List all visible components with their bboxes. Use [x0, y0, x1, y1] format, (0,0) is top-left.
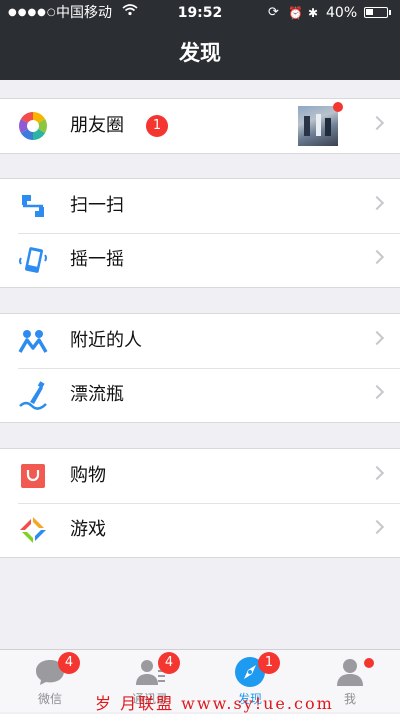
- tab-label: 微信: [37, 692, 62, 706]
- tab-chats[interactable]: 4 微信: [0, 650, 100, 712]
- moments-thumbnail: [298, 106, 338, 146]
- contacts-badge: 4: [158, 652, 180, 674]
- discover-badge: 1: [258, 652, 280, 674]
- battery-tip: [389, 10, 391, 15]
- chats-badge: 4: [58, 652, 80, 674]
- scan-icon: [18, 191, 48, 221]
- list-item-shake[interactable]: 摇一摇: [0, 233, 400, 287]
- moments-new-dot: [333, 102, 343, 112]
- moments-icon: [18, 111, 48, 141]
- battery-icon: [364, 7, 388, 18]
- list-item-drift-bottle[interactable]: 漂流瓶: [0, 368, 400, 422]
- drift-bottle-label: 漂流瓶: [70, 384, 124, 405]
- status-bar: ●●●●○ 中国移动 19:52 ⟳ ⏰ ✱ 40%: [0, 0, 400, 26]
- chevron-right-icon: [369, 195, 385, 211]
- me-new-dot: [364, 658, 374, 668]
- me-icon: [334, 656, 366, 688]
- list-item-shopping[interactable]: 购物: [0, 449, 400, 503]
- people-nearby-label: 附近的人: [70, 330, 142, 351]
- chevron-right-icon: [369, 384, 385, 400]
- games-icon: [18, 515, 48, 545]
- people-nearby-icon: [18, 326, 48, 356]
- group-nearby-bottle: 附近的人 漂流瓶: [0, 313, 400, 423]
- group-scan-shake: 扫一扫 摇一摇: [0, 178, 400, 288]
- thumbnail-figure: [304, 116, 310, 136]
- chevron-right-icon: [369, 249, 385, 265]
- list-item-people-nearby[interactable]: 附近的人: [0, 314, 400, 368]
- shake-icon: [18, 245, 48, 275]
- moments-badge: 1: [146, 115, 168, 137]
- drift-bottle-icon: [18, 380, 48, 410]
- chevron-right-icon: [369, 519, 385, 535]
- list-item-games[interactable]: 游戏: [0, 503, 400, 557]
- list-item-scan[interactable]: 扫一扫: [0, 179, 400, 233]
- group-shopping-games: 购物 游戏: [0, 448, 400, 558]
- bluetooth-icon: ✱: [308, 6, 319, 20]
- top-bar: ●●●●○ 中国移动 19:52 ⟳ ⏰ ✱ 40% 发现: [0, 0, 400, 80]
- page-title: 发现: [179, 41, 221, 65]
- chevron-right-icon: [369, 115, 385, 131]
- shake-label: 摇一摇: [70, 249, 124, 270]
- watermark-text: 岁 月联盟 www.sy!ue.com: [95, 694, 334, 713]
- chevron-right-icon: [369, 465, 385, 481]
- scan-label: 扫一扫: [70, 195, 124, 216]
- alarm-icon: ⏰: [288, 6, 303, 20]
- thumbnail-figure: [316, 114, 321, 136]
- thumbnail-figure: [325, 118, 331, 136]
- moments-label: 朋友圈: [70, 115, 124, 136]
- battery-percent: 40%: [326, 5, 358, 21]
- battery-fill: [366, 9, 373, 15]
- rotation-lock-icon: ⟳: [268, 5, 279, 20]
- chevron-right-icon: [369, 330, 385, 346]
- shopping-label: 购物: [70, 465, 106, 486]
- games-label: 游戏: [70, 519, 106, 540]
- shopping-icon: [18, 461, 48, 491]
